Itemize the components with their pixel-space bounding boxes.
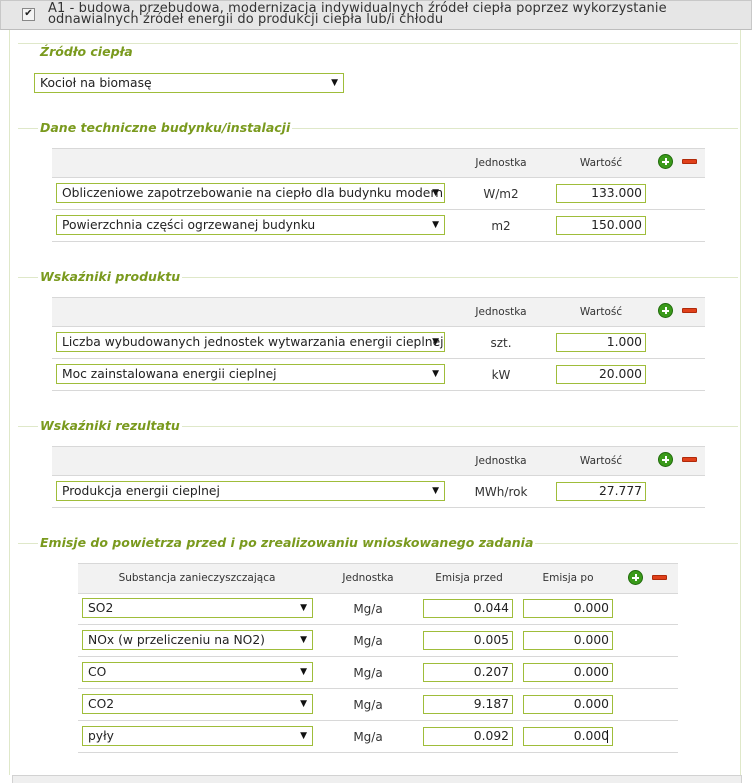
row-divider	[78, 656, 678, 657]
result-row-label: Produkcja energii cieplnej	[62, 484, 220, 498]
emission-after-input[interactable]: 0.000	[523, 727, 613, 746]
product-legend: Wskaźniki produktu	[38, 269, 183, 284]
remove-row-icon[interactable]	[682, 159, 697, 164]
row-divider	[78, 752, 678, 753]
product-row-unit: szt.	[490, 336, 512, 350]
substance-label: SO2	[88, 601, 114, 615]
emission-after-input[interactable]: 0.000	[523, 695, 613, 714]
substance-label: CO	[88, 665, 107, 679]
technical-row-value-input[interactable]: 150.000	[556, 216, 646, 235]
remove-row-icon[interactable]	[682, 308, 697, 313]
substance-select[interactable]: NOx (w przeliczeniu na NO2) ▼	[82, 630, 313, 650]
emission-unit: Mg/a	[353, 634, 383, 648]
row-divider	[78, 688, 678, 689]
chevron-down-icon: ▼	[432, 220, 439, 230]
chevron-down-icon: ▼	[300, 635, 307, 645]
section-checkbox[interactable]: ✔	[22, 8, 35, 21]
product-row-label: Liczba wybudowanych jednostek wytwarzani…	[62, 335, 444, 349]
emission-after-input[interactable]: 0.000	[523, 663, 613, 682]
emissions-col-before: Emisja przed	[435, 572, 503, 584]
add-row-icon[interactable]	[658, 154, 673, 169]
emission-unit: Mg/a	[353, 698, 383, 712]
chevron-down-icon: ▼	[300, 667, 307, 677]
emissions-legend: Emisje do powietrza przed i po zrealizow…	[38, 535, 536, 550]
chevron-down-icon: ▼	[432, 188, 439, 198]
substance-select[interactable]: CO ▼	[82, 662, 313, 682]
chevron-down-icon: ▼	[300, 699, 307, 709]
row-divider	[78, 720, 678, 721]
technical-row-value-input[interactable]: 133.000	[556, 184, 646, 203]
technical-row-label: Obliczeniowe zapotrzebowanie na ciepło d…	[62, 186, 445, 200]
add-row-icon[interactable]	[628, 570, 643, 585]
chevron-down-icon: ▼	[331, 78, 338, 88]
section-title: A1 - budowa, przebudowa, modernizacja in…	[48, 2, 738, 26]
emission-before-input[interactable]: 0.207	[423, 663, 513, 682]
substance-select[interactable]: CO2 ▼	[82, 694, 313, 714]
emissions-col-after: Emisja po	[542, 572, 594, 584]
technical-row-label: Powierzchnia części ogrzewanej budynku	[62, 218, 316, 232]
chevron-down-icon: ▼	[300, 603, 307, 613]
row-divider	[52, 358, 705, 359]
remove-row-icon[interactable]	[652, 575, 667, 580]
emission-before-input[interactable]: 0.044	[423, 599, 513, 618]
emission-after-input[interactable]: 0.000	[523, 631, 613, 650]
result-row-select[interactable]: Produkcja energii cieplnej ▼	[56, 481, 445, 501]
row-divider	[52, 507, 705, 508]
product-row-label: Moc zainstalowana energii cieplnej	[62, 367, 277, 381]
substance-label: pyły	[88, 729, 114, 743]
emission-unit: Mg/a	[353, 666, 383, 680]
add-row-icon[interactable]	[658, 303, 673, 318]
emissions-col-substance: Substancja zanieczyszczająca	[118, 572, 276, 584]
frame-right-border	[740, 30, 741, 775]
product-row-value-input[interactable]: 20.000	[556, 365, 646, 384]
row-divider	[52, 209, 705, 210]
row-divider	[52, 241, 705, 242]
chevron-down-icon: ▼	[432, 486, 439, 496]
result-legend: Wskaźniki rezultatu	[38, 418, 182, 433]
product-row-value-input[interactable]: 1.000	[556, 333, 646, 352]
emissions-col-unit: Jednostka	[342, 572, 394, 584]
product-row-unit: kW	[491, 368, 511, 382]
technical-row-unit: W/m2	[483, 187, 519, 201]
result-col-unit: Jednostka	[475, 455, 527, 467]
product-row-select[interactable]: Moc zainstalowana energii cieplnej ▼	[56, 364, 445, 384]
emission-unit: Mg/a	[353, 602, 383, 616]
text-cursor	[607, 730, 608, 743]
substance-select[interactable]: pyły ▼	[82, 726, 313, 746]
chevron-down-icon: ▼	[432, 337, 439, 347]
row-divider	[78, 624, 678, 625]
remove-row-icon[interactable]	[682, 457, 697, 462]
heat-source-select-value: Kocioł na biomasę	[40, 76, 152, 90]
substance-label: NOx (w przeliczeniu na NO2)	[88, 633, 265, 647]
product-row-select[interactable]: Liczba wybudowanych jednostek wytwarzani…	[56, 332, 445, 352]
result-row-value-input[interactable]: 27.777	[556, 482, 646, 501]
result-row-unit: MWh/rok	[474, 485, 528, 499]
technical-row-select[interactable]: Obliczeniowe zapotrzebowanie na ciepło d…	[56, 183, 445, 203]
technical-col-value: Wartość	[579, 157, 623, 169]
emission-before-input[interactable]: 0.005	[423, 631, 513, 650]
chevron-down-icon: ▼	[300, 731, 307, 741]
emission-unit: Mg/a	[353, 730, 383, 744]
technical-legend: Dane techniczne budynku/instalacji	[38, 120, 293, 135]
substance-label: CO2	[88, 697, 115, 711]
emission-before-input[interactable]: 9.187	[423, 695, 513, 714]
chevron-down-icon: ▼	[432, 369, 439, 379]
emission-before-input[interactable]: 0.092	[423, 727, 513, 746]
product-col-value: Wartość	[579, 306, 623, 318]
technical-col-unit: Jednostka	[475, 157, 527, 169]
heat-source-select[interactable]: Kocioł na biomasę ▼	[34, 73, 344, 93]
add-row-icon[interactable]	[658, 452, 673, 467]
emission-after-input[interactable]: 0.000	[523, 599, 613, 618]
frame-left-border	[9, 30, 10, 775]
row-divider	[52, 390, 705, 391]
technical-row-select[interactable]: Powierzchnia części ogrzewanej budynku ▼	[56, 215, 445, 235]
result-col-value: Wartość	[579, 455, 623, 467]
technical-row-unit: m2	[491, 219, 511, 233]
product-col-unit: Jednostka	[475, 306, 527, 318]
substance-select[interactable]: SO2 ▼	[82, 598, 313, 618]
heat-source-legend: Źródło ciepła	[38, 44, 135, 59]
